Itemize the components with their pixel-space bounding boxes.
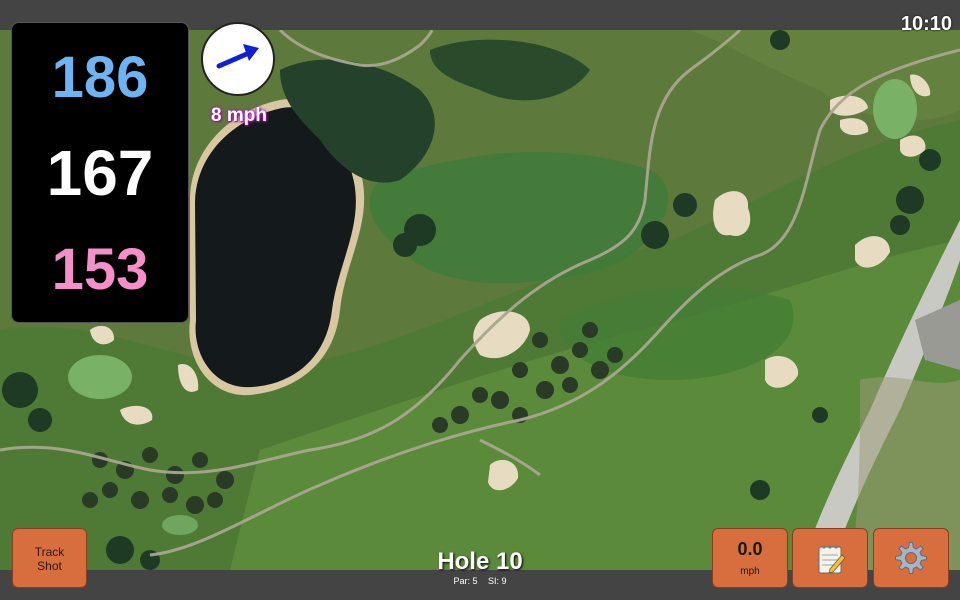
notes-button[interactable] [792, 528, 868, 588]
back-distance: 186 [51, 45, 149, 110]
speed-unit: mph [740, 566, 760, 577]
wind-speed-label: 8 mph [211, 105, 267, 126]
wind-indicator[interactable] [201, 22, 275, 96]
hole-info: Par: 5 SI: 9 [380, 577, 580, 586]
track-shot-button[interactable]: Track Shot [12, 528, 87, 588]
clock: 10:10 [900, 13, 952, 35]
track-shot-label: Track Shot [34, 545, 65, 573]
stroke-index-value: SI: 9 [488, 576, 507, 586]
distance-panel: 186 167 153 [11, 22, 189, 323]
notepad-icon [818, 545, 846, 574]
middle-distance: 167 [46, 137, 154, 209]
speed-value: 0.0 [737, 539, 763, 559]
hole-title: Hole 10 [437, 548, 523, 575]
wind-direction-arrow-icon [216, 44, 259, 69]
front-distance: 153 [51, 237, 149, 302]
gear-icon [895, 542, 927, 574]
par-value: Par: 5 [453, 576, 478, 586]
speed-button[interactable]: 0.0 mph [712, 528, 788, 588]
settings-button[interactable] [873, 528, 949, 588]
